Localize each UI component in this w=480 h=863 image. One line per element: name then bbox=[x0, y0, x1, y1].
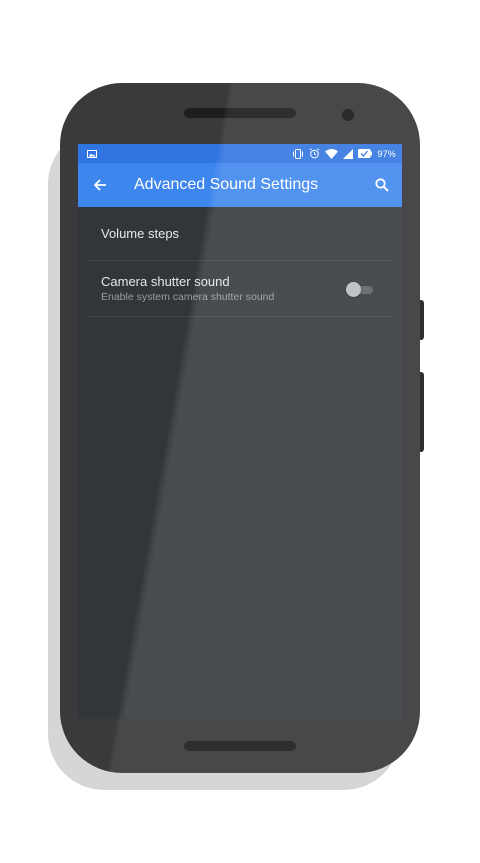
battery-percentage: 97% bbox=[377, 148, 396, 159]
settings-list: Volume steps Camera shutter sound Enable… bbox=[78, 207, 402, 317]
phone-frame: 97% Advanced Sound Settings Volume steps… bbox=[60, 83, 420, 773]
camera-shutter-texts: Camera shutter sound Enable system camer… bbox=[101, 274, 274, 303]
bottom-speaker bbox=[184, 741, 296, 751]
status-icons: 97% bbox=[292, 148, 396, 159]
search-button[interactable] bbox=[372, 175, 392, 195]
image-notification-icon bbox=[87, 149, 97, 158]
camera-shutter-label: Camera shutter sound bbox=[101, 274, 230, 289]
front-camera bbox=[342, 109, 354, 121]
page-title: Advanced Sound Settings bbox=[134, 176, 319, 193]
screen: 97% Advanced Sound Settings Volume steps… bbox=[78, 144, 402, 719]
wifi-icon bbox=[325, 148, 339, 159]
volume-steps-item[interactable]: Volume steps bbox=[88, 207, 392, 261]
volume-steps-label: Volume steps bbox=[101, 226, 180, 241]
earpiece-speaker bbox=[184, 108, 296, 118]
camera-shutter-item[interactable]: Camera shutter sound Enable system camer… bbox=[88, 261, 392, 317]
app-bar: Advanced Sound Settings bbox=[78, 163, 402, 207]
camera-shutter-summary: Enable system camera shutter sound bbox=[101, 291, 275, 303]
toggle-thumb bbox=[346, 281, 361, 297]
status-bar: 97% bbox=[78, 144, 402, 163]
signal-icon bbox=[343, 148, 354, 159]
camera-shutter-toggle[interactable] bbox=[346, 281, 374, 297]
vibrate-icon bbox=[292, 148, 304, 159]
arrow-back-icon bbox=[93, 179, 106, 191]
alarm-icon bbox=[309, 148, 320, 159]
back-button[interactable] bbox=[90, 175, 110, 195]
battery-icon bbox=[358, 149, 373, 158]
stage: 97% Advanced Sound Settings Volume steps… bbox=[0, 0, 480, 863]
search-icon bbox=[375, 178, 389, 192]
